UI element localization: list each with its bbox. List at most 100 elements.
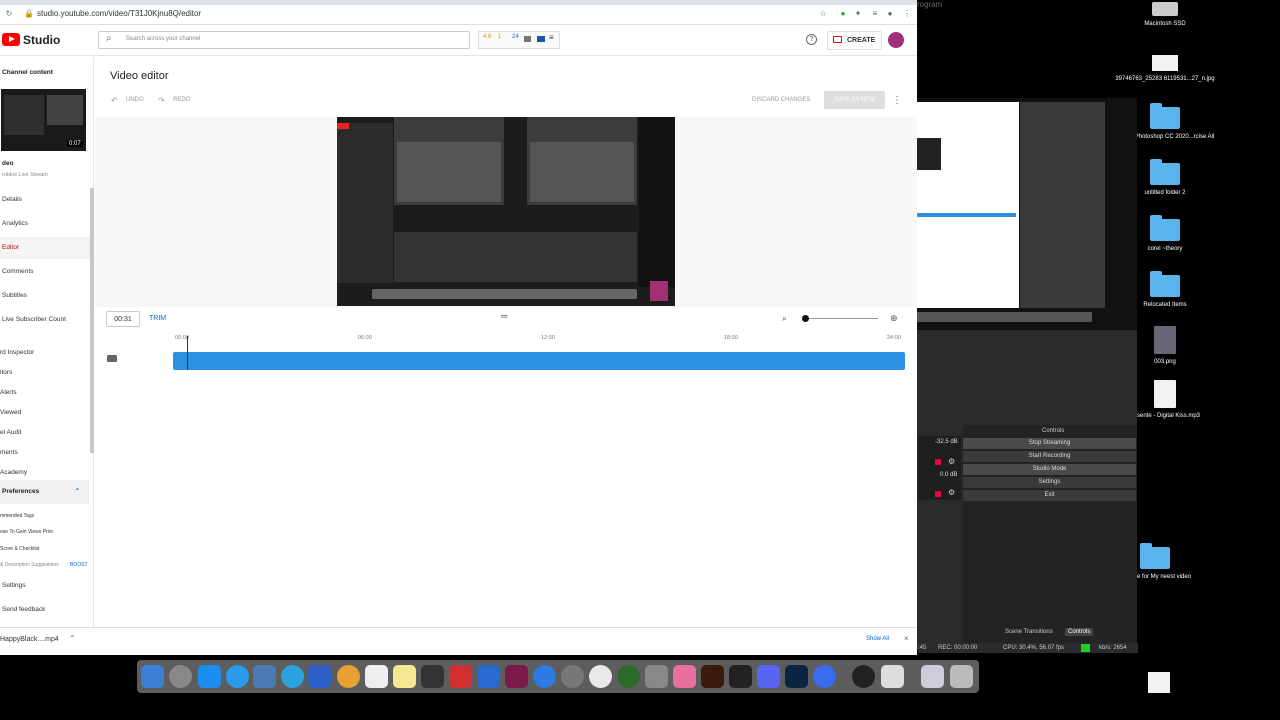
sidebar-item-live-subscriber-count[interactable]: Live Subscriber Count bbox=[2, 316, 66, 323]
undo-icon[interactable]: ↶ bbox=[111, 96, 118, 105]
sidebar-item-subtitles[interactable]: Subtitles bbox=[2, 292, 27, 299]
boost-badge[interactable]: BOOST bbox=[70, 562, 88, 568]
final-cut-icon[interactable] bbox=[421, 665, 444, 688]
sidebar-ext-item[interactable]: ose To Gain Views Prior bbox=[0, 529, 53, 535]
numbers-icon[interactable] bbox=[365, 665, 388, 688]
avatar[interactable] bbox=[888, 32, 904, 48]
tab-scene-transitions[interactable]: Scene Transitions bbox=[1005, 629, 1053, 635]
mute-icon[interactable] bbox=[935, 491, 941, 497]
obs-exit-button[interactable]: Exit bbox=[963, 490, 1136, 501]
sidebar-item-card-inspector[interactable]: rd Inspector bbox=[0, 349, 34, 356]
chrome-icon[interactable] bbox=[589, 665, 612, 688]
video-track[interactable] bbox=[173, 352, 905, 370]
preview-app-icon[interactable] bbox=[253, 665, 276, 688]
youtube-logo-icon[interactable] bbox=[2, 33, 20, 46]
profile-icon[interactable]: ● bbox=[885, 9, 895, 19]
downloads-stack-icon[interactable] bbox=[921, 665, 944, 688]
sidebar-item-analytics[interactable]: Analytics bbox=[2, 220, 28, 227]
chevron-up-icon[interactable]: ⌃ bbox=[69, 634, 76, 643]
preferences-label[interactable]: Preferences bbox=[2, 488, 39, 495]
close-icon[interactable]: × bbox=[904, 634, 909, 643]
sidebar-item-most-viewed[interactable]: Viewed bbox=[0, 409, 21, 416]
sidebar-ext-item[interactable]: & Description Suggestions bbox=[0, 562, 59, 568]
trim-button[interactable]: TRIM bbox=[149, 315, 166, 322]
mute-icon[interactable] bbox=[935, 459, 941, 465]
system-preferences-icon[interactable] bbox=[561, 665, 584, 688]
app-store-icon[interactable] bbox=[198, 665, 221, 688]
help-icon[interactable]: ? bbox=[806, 34, 817, 45]
calendar-app-icon[interactable] bbox=[308, 665, 331, 688]
studio-brand[interactable]: Studio bbox=[23, 33, 60, 47]
reload-icon[interactable]: ↻ bbox=[4, 9, 14, 19]
redo-icon[interactable]: ↷ bbox=[158, 96, 165, 105]
chevron-up-icon[interactable]: ⌃ bbox=[74, 487, 81, 496]
video-thumbnail[interactable]: 0:07 bbox=[1, 89, 86, 151]
sidebar-item-editor[interactable]: Editor bbox=[2, 244, 19, 251]
sidebar-item-settings[interactable]: Settings bbox=[2, 582, 26, 589]
save-as-new-button[interactable]: SAVE AS NEW bbox=[824, 91, 885, 109]
zoom-out-icon[interactable]: ⌕ bbox=[782, 313, 787, 324]
sidebar-item-send-feedback[interactable]: Send feedback bbox=[2, 606, 45, 613]
desktop-icon-jpg[interactable]: 39746763_25283 6119531...27_n.jpg bbox=[1115, 55, 1215, 83]
puzzle-icon[interactable]: ✦ bbox=[853, 9, 863, 19]
photos-icon[interactable] bbox=[337, 665, 360, 688]
maps-app-icon[interactable] bbox=[617, 665, 640, 688]
sidebar-item-channel-audit[interactable]: el Audit bbox=[0, 429, 21, 436]
redo-button[interactable]: REDO bbox=[173, 97, 190, 103]
gear-icon[interactable]: ⚙ bbox=[948, 488, 955, 497]
roblox-icon[interactable] bbox=[881, 665, 904, 688]
sidebar-item-academy[interactable]: Academy bbox=[0, 469, 27, 476]
zoom-slider-handle[interactable] bbox=[802, 315, 809, 322]
photoshop-icon[interactable] bbox=[785, 665, 808, 688]
sidebar-item-comments[interactable]: Comments bbox=[2, 268, 33, 275]
messenger-icon[interactable] bbox=[813, 665, 836, 688]
telegram-icon[interactable] bbox=[281, 665, 304, 688]
xcode-app-icon[interactable] bbox=[533, 665, 556, 688]
utility-app-icon[interactable] bbox=[477, 665, 500, 688]
undo-button[interactable]: UNDO bbox=[126, 97, 144, 103]
more-options-icon[interactable]: ⋮ bbox=[892, 95, 902, 106]
video-app-icon[interactable] bbox=[449, 665, 472, 688]
sidebar-item-competitors[interactable]: itors bbox=[0, 369, 12, 376]
star-icon[interactable]: ☆ bbox=[818, 9, 828, 19]
discard-changes-button[interactable]: DISCARD CHANGES bbox=[752, 97, 810, 103]
stop-streaming-button[interactable]: Stop Streaming bbox=[963, 438, 1136, 449]
menu-kebab-icon[interactable]: ⋮ bbox=[902, 9, 912, 19]
utility-app-icon-2[interactable] bbox=[645, 665, 668, 688]
desktop-icon-macintosh-ssd[interactable]: Macintosh SSD bbox=[1115, 2, 1215, 28]
show-all-button[interactable]: Show All bbox=[866, 636, 889, 642]
launchpad-icon[interactable] bbox=[169, 665, 192, 688]
stats-extension-widget[interactable]: 4.6 1 24 ≡ bbox=[478, 31, 560, 49]
start-recording-button[interactable]: Start Recording bbox=[963, 451, 1136, 462]
studio-mode-button[interactable]: Studio Mode bbox=[963, 464, 1136, 475]
sidebar-item-details[interactable]: Details bbox=[2, 196, 22, 203]
tab-controls[interactable]: Controls bbox=[1065, 628, 1094, 636]
zoom-slider[interactable] bbox=[805, 318, 878, 319]
download-item[interactable]: HappyBlack....mp4 bbox=[0, 636, 59, 643]
finder-icon[interactable] bbox=[141, 665, 164, 688]
discord-icon[interactable] bbox=[757, 665, 780, 688]
video-preview[interactable] bbox=[337, 117, 675, 306]
extension-icon[interactable]: ● bbox=[838, 9, 848, 19]
extension-icon[interactable]: ≡ bbox=[870, 9, 880, 19]
folder-app-icon[interactable] bbox=[673, 665, 696, 688]
sidebar-item-alerts[interactable]: Alerts bbox=[0, 389, 17, 396]
terminal-icon[interactable] bbox=[729, 665, 752, 688]
sidebar-ext-item[interactable]: Score & Checklist bbox=[0, 546, 39, 552]
sidebar-item-comments-ext[interactable]: ments bbox=[0, 449, 18, 456]
illustrator-icon[interactable] bbox=[701, 665, 724, 688]
sidebar-ext-item[interactable]: mmended Tags bbox=[0, 513, 34, 519]
trash-icon[interactable] bbox=[950, 665, 973, 688]
indesign-icon[interactable] bbox=[505, 665, 528, 688]
gear-icon[interactable]: ⚙ bbox=[948, 457, 955, 466]
sidebar-scrollbar[interactable] bbox=[90, 188, 94, 453]
obs-icon[interactable] bbox=[852, 665, 875, 688]
zoom-in-icon[interactable]: ⊕ bbox=[890, 313, 898, 324]
playhead[interactable] bbox=[187, 336, 188, 370]
url-text[interactable]: studio.youtube.com/video/T31J0Kjnu8Q/edi… bbox=[37, 9, 201, 18]
drag-handle-icon[interactable]: ═ bbox=[501, 311, 507, 321]
obs-settings-button[interactable]: Settings bbox=[963, 477, 1136, 488]
current-time-field[interactable]: 00:31 bbox=[106, 311, 140, 327]
notes-icon[interactable] bbox=[393, 665, 416, 688]
file-icon[interactable] bbox=[1148, 672, 1170, 693]
